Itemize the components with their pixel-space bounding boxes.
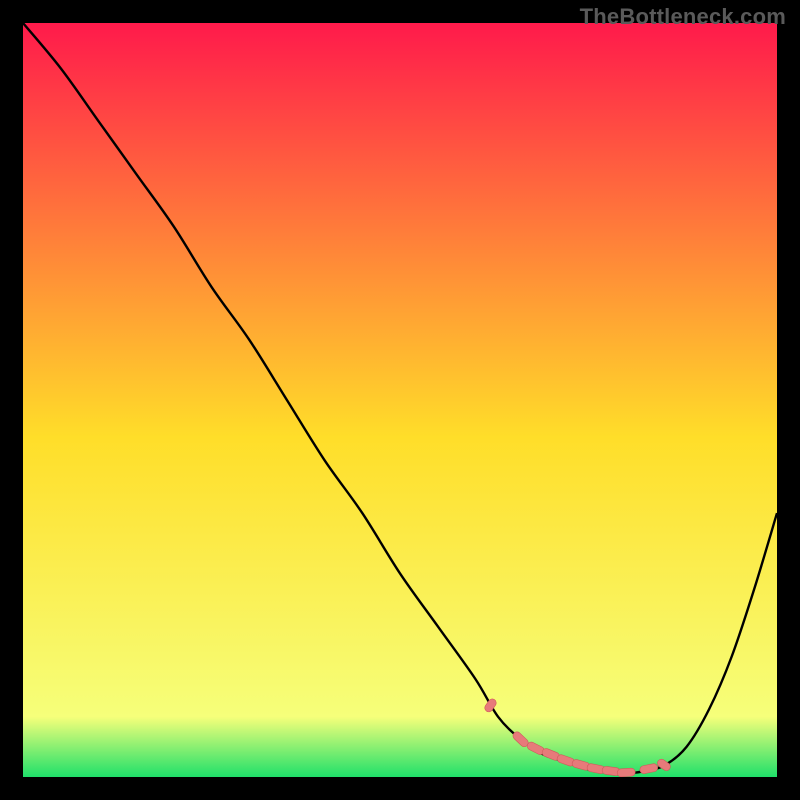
trough-marker: [617, 768, 635, 777]
chart-stage: TheBottleneck.com: [0, 0, 800, 800]
gradient-background: [23, 23, 777, 777]
plot-area: [23, 23, 777, 777]
watermark-text: TheBottleneck.com: [580, 4, 786, 30]
plot-svg: [23, 23, 777, 777]
